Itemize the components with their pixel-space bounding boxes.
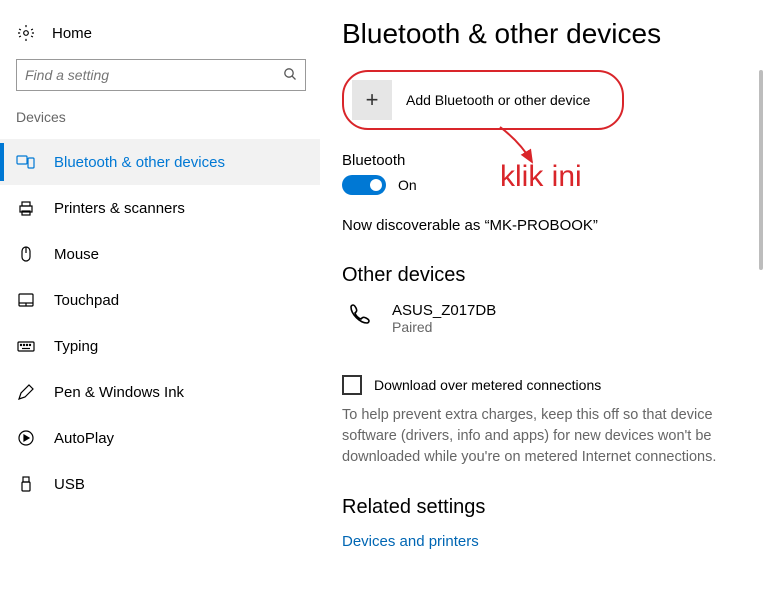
sidebar-item-label: Mouse bbox=[54, 246, 99, 263]
mouse-icon bbox=[16, 244, 36, 264]
search-input[interactable] bbox=[16, 59, 306, 91]
search-field[interactable] bbox=[25, 67, 283, 83]
sidebar-item-bluetooth[interactable]: Bluetooth & other devices bbox=[0, 139, 320, 185]
sidebar-item-pen[interactable]: Pen & Windows Ink bbox=[0, 369, 320, 415]
device-status: Paired bbox=[392, 319, 496, 335]
device-item[interactable]: ASUS_Z017DB Paired bbox=[342, 301, 740, 335]
sidebar-item-printers[interactable]: Printers & scanners bbox=[0, 185, 320, 231]
search-icon bbox=[283, 67, 297, 84]
keyboard-icon bbox=[16, 336, 36, 356]
sidebar-item-label: Printers & scanners bbox=[54, 200, 185, 217]
main-content: Bluetooth & other devices + Add Bluetoot… bbox=[320, 0, 764, 600]
usb-icon bbox=[16, 474, 36, 494]
metered-checkbox[interactable] bbox=[342, 375, 362, 395]
sidebar-item-label: USB bbox=[54, 476, 85, 493]
pen-icon bbox=[16, 382, 36, 402]
touchpad-icon bbox=[16, 290, 36, 310]
section-label-devices: Devices bbox=[0, 109, 320, 139]
printer-icon bbox=[16, 198, 36, 218]
add-device-button[interactable]: + Add Bluetooth or other device bbox=[342, 70, 624, 130]
home-button[interactable]: Home bbox=[0, 15, 320, 59]
sidebar-item-typing[interactable]: Typing bbox=[0, 323, 320, 369]
device-name: ASUS_Z017DB bbox=[392, 302, 496, 319]
sidebar-item-touchpad[interactable]: Touchpad bbox=[0, 277, 320, 323]
other-devices-heading: Other devices bbox=[342, 264, 740, 287]
sidebar-item-mouse[interactable]: Mouse bbox=[0, 231, 320, 277]
page-title: Bluetooth & other devices bbox=[342, 18, 740, 50]
sidebar-item-usb[interactable]: USB bbox=[0, 461, 320, 507]
sidebar-item-label: AutoPlay bbox=[54, 430, 114, 447]
gear-icon bbox=[16, 23, 36, 43]
settings-sidebar: Home Devices Bluetooth & other devices bbox=[0, 0, 320, 600]
related-settings-heading: Related settings bbox=[342, 496, 740, 519]
sidebar-item-label: Bluetooth & other devices bbox=[54, 154, 225, 171]
bluetooth-toggle[interactable] bbox=[342, 175, 386, 195]
metered-help-text: To help prevent extra charges, keep this… bbox=[342, 405, 740, 468]
sidebar-item-label: Typing bbox=[54, 338, 98, 355]
plus-icon: + bbox=[352, 80, 392, 120]
home-label: Home bbox=[52, 25, 92, 42]
devices-and-printers-link[interactable]: Devices and printers bbox=[342, 533, 740, 550]
sidebar-item-label: Touchpad bbox=[54, 292, 119, 309]
sidebar-item-autoplay[interactable]: AutoPlay bbox=[0, 415, 320, 461]
add-device-label: Add Bluetooth or other device bbox=[406, 92, 590, 108]
discoverable-text: Now discoverable as “MK-PROBOOK” bbox=[342, 217, 740, 234]
sidebar-item-label: Pen & Windows Ink bbox=[54, 384, 184, 401]
phone-icon bbox=[342, 301, 376, 335]
annotation-text: klik ini bbox=[500, 160, 582, 194]
metered-checkbox-label: Download over metered connections bbox=[374, 377, 601, 393]
autoplay-icon bbox=[16, 428, 36, 448]
scrollbar[interactable] bbox=[759, 70, 763, 270]
toggle-state-label: On bbox=[398, 177, 417, 193]
devices-icon bbox=[16, 152, 36, 172]
